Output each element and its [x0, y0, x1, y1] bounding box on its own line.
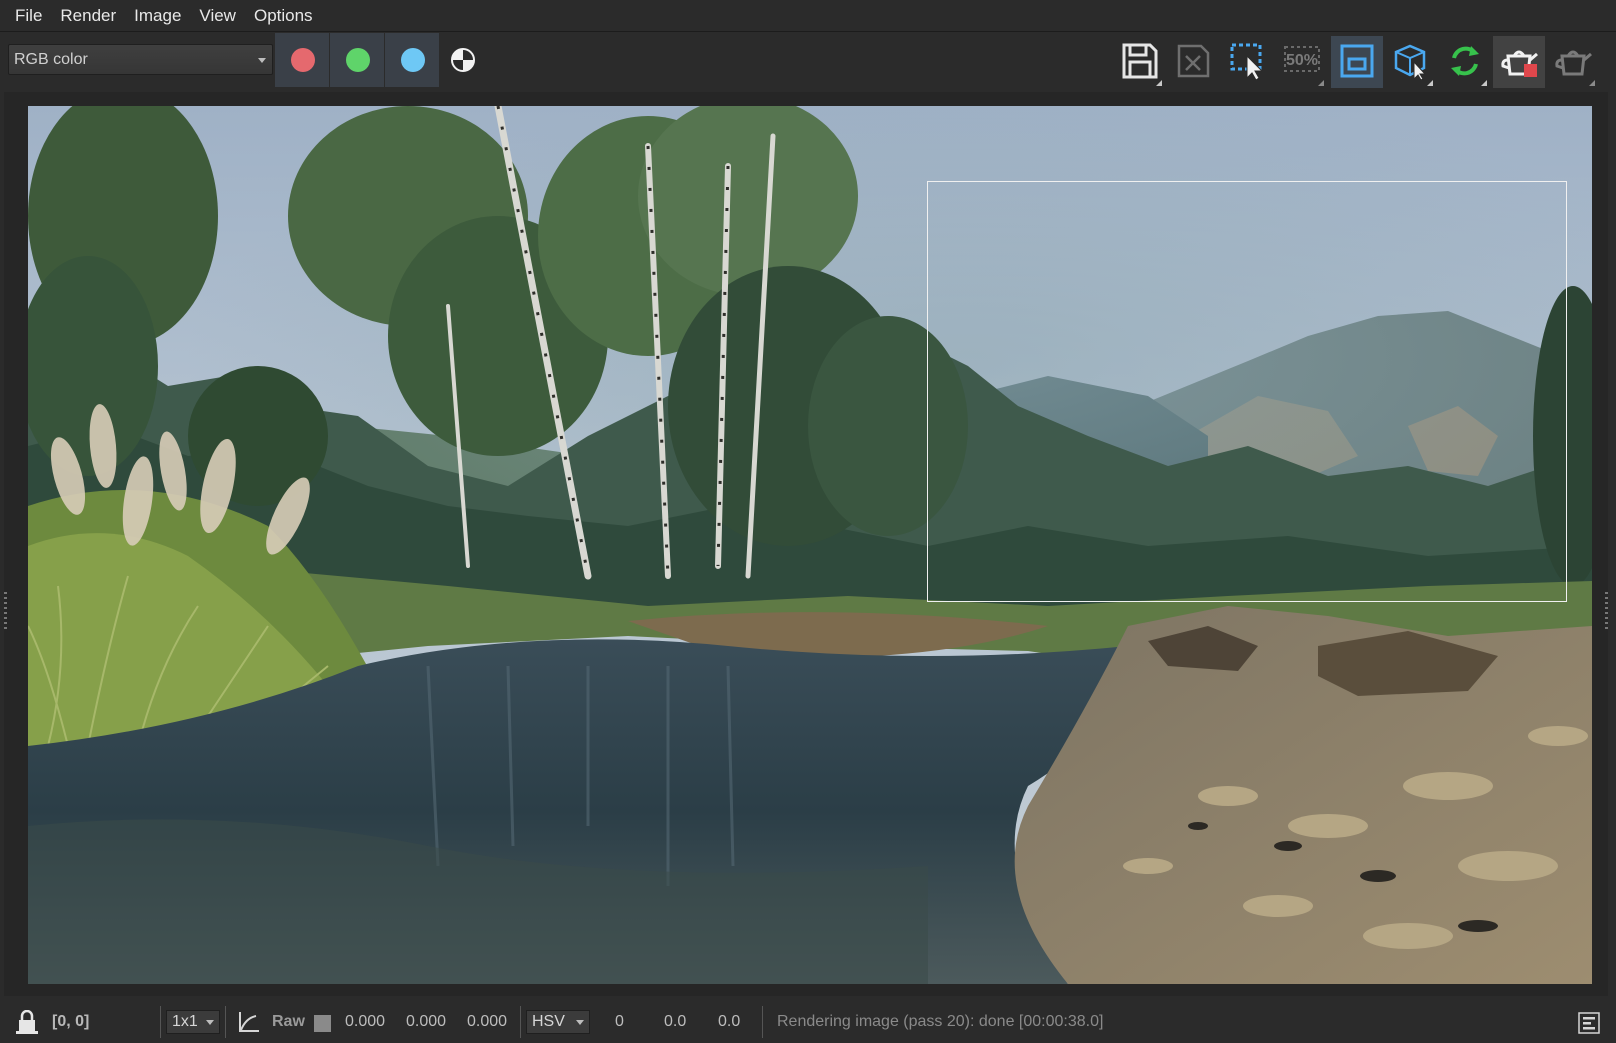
- dropdown-corner-icon: [1481, 80, 1487, 86]
- color-curve-icon[interactable]: [236, 1010, 260, 1034]
- chevron-down-icon: [258, 58, 266, 63]
- channel-select[interactable]: RGB color: [8, 44, 273, 75]
- color-space-select[interactable]: HSV: [526, 1010, 590, 1034]
- dropdown-corner-icon: [1318, 80, 1324, 86]
- render-region-icon: [1340, 44, 1374, 78]
- alpha-channel-icon[interactable]: [451, 48, 475, 72]
- dropdown-corner-icon: [1156, 80, 1162, 86]
- hue-value: 0: [615, 1013, 624, 1030]
- select-region-icon: [1230, 43, 1264, 80]
- green-channel-button[interactable]: [330, 33, 385, 87]
- log-panel-icon[interactable]: [1578, 1012, 1600, 1034]
- blue-dot-icon: [401, 48, 425, 72]
- green-dot-icon: [346, 48, 370, 72]
- pick-object-button[interactable]: [1385, 36, 1437, 88]
- right-splitter-grip[interactable]: [1605, 592, 1608, 632]
- dropdown-corner-icon: [1589, 80, 1595, 86]
- zoom-50-button[interactable]: 50%: [1276, 36, 1328, 88]
- render-region-frame[interactable]: [927, 181, 1567, 602]
- dropdown-corner-icon: [1427, 80, 1433, 86]
- lock-icon[interactable]: [16, 1010, 38, 1034]
- value-value: 0.0: [718, 1013, 741, 1030]
- menu-file[interactable]: File: [6, 0, 51, 32]
- separator: [762, 1006, 763, 1038]
- pick-object-icon: [1394, 44, 1427, 80]
- clear-image-button[interactable]: [1168, 36, 1220, 88]
- render-button[interactable]: [1493, 36, 1545, 88]
- raw-mode-label[interactable]: Raw: [272, 1000, 305, 1043]
- blue-value: 0.000: [467, 1013, 508, 1030]
- red-value: 0.000: [345, 1013, 386, 1030]
- render-teapot-disabled-icon: [1555, 50, 1592, 76]
- save-image-button[interactable]: [1114, 36, 1166, 88]
- chevron-down-icon: [206, 1020, 214, 1025]
- render-teapot-icon: [1501, 50, 1538, 77]
- pixel-coordinates: [0, 0]: [52, 1013, 90, 1030]
- toolbar: RGB color 50%: [0, 33, 1616, 89]
- select-region-button[interactable]: [1222, 36, 1274, 88]
- menu-view[interactable]: View: [190, 0, 245, 32]
- color-space-value: HSV: [532, 1013, 565, 1030]
- sample-size-value: 1x1: [172, 1013, 198, 1030]
- clear-image-icon: [1177, 44, 1210, 78]
- menu-bar: File Render Image View Options: [0, 0, 1616, 32]
- separator: [520, 1006, 521, 1038]
- render-region-toggle[interactable]: [1331, 36, 1383, 88]
- save-icon: [1122, 43, 1158, 79]
- saturation-value: 0.0: [664, 1013, 687, 1030]
- status-bar: [0, 0] 1x1 Raw 0.000 0.000 0.000 HSV 0 0…: [0, 1000, 1616, 1043]
- render-viewport[interactable]: [4, 92, 1608, 996]
- menu-options[interactable]: Options: [245, 0, 322, 32]
- menu-image[interactable]: Image: [125, 0, 190, 32]
- red-channel-button[interactable]: [275, 33, 330, 87]
- separator: [225, 1006, 226, 1038]
- sample-size-select[interactable]: 1x1: [166, 1010, 220, 1034]
- left-splitter-grip[interactable]: [4, 592, 7, 632]
- auto-refresh-button[interactable]: [1439, 36, 1491, 88]
- zoom-50-icon: 50%: [1284, 46, 1320, 72]
- channel-select-value: RGB color: [14, 51, 88, 68]
- chevron-down-icon: [576, 1020, 584, 1025]
- red-dot-icon: [291, 48, 315, 72]
- green-value: 0.000: [406, 1013, 447, 1030]
- render-status-message: Rendering image (pass 20): done [00:00:3…: [777, 1013, 1104, 1030]
- auto-refresh-icon: [1451, 46, 1479, 76]
- separator: [160, 1006, 161, 1038]
- menu-render[interactable]: Render: [51, 0, 125, 32]
- svg-text:50%: 50%: [1286, 52, 1318, 69]
- blue-channel-button[interactable]: [385, 33, 440, 87]
- color-swatch: [314, 1015, 331, 1032]
- render-last-button[interactable]: [1547, 36, 1599, 88]
